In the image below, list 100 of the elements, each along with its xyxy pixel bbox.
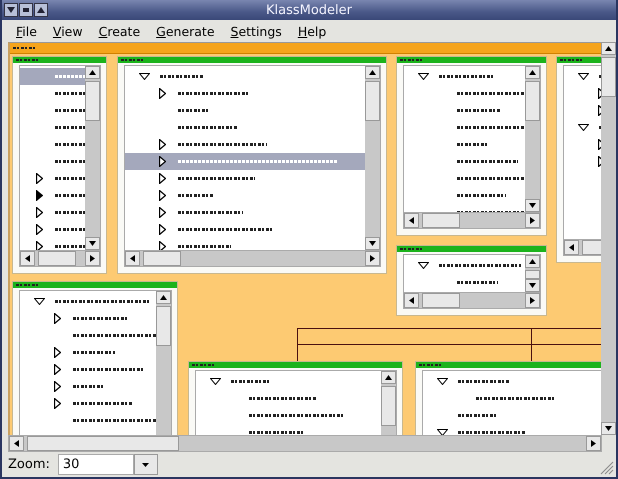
scroll-up-button[interactable] — [381, 371, 396, 384]
collapsed-triangle-icon[interactable] — [54, 347, 61, 358]
filled-triangle-icon[interactable] — [36, 190, 43, 201]
collapsed-triangle-icon[interactable] — [54, 381, 61, 392]
collapsed-triangle-icon[interactable] — [36, 173, 43, 184]
horizontal-scrollbar[interactable] — [8, 435, 602, 452]
collapsed-triangle-icon[interactable] — [36, 207, 43, 218]
scroll-down-button[interactable] — [85, 237, 100, 250]
collapsed-triangle-icon[interactable] — [159, 190, 166, 201]
scroll-up-button[interactable] — [525, 66, 540, 79]
vertical-scrollbar[interactable] — [525, 255, 540, 292]
zoom-label: Zoom: — [8, 457, 50, 472]
scroll-left-button[interactable] — [20, 251, 35, 266]
scrollbar-thumb[interactable] — [85, 81, 100, 121]
menu-item[interactable]: Create — [90, 24, 148, 38]
scroll-right-button[interactable] — [525, 213, 540, 228]
class-box[interactable] — [396, 56, 547, 236]
left-arrow-icon — [409, 217, 414, 224]
scrollbar-thumb[interactable] — [38, 251, 76, 266]
scrollbar-thumb[interactable] — [156, 306, 171, 346]
collapsed-triangle-icon[interactable] — [159, 207, 166, 218]
down-arrow-icon — [529, 203, 536, 208]
dropdown-button[interactable] — [134, 454, 158, 475]
vertical-scrollbar[interactable] — [365, 66, 380, 250]
vertical-scrollbar[interactable] — [85, 66, 100, 250]
scroll-right-button[interactable] — [85, 251, 100, 266]
scroll-left-button[interactable] — [564, 240, 579, 255]
collapsed-triangle-icon[interactable] — [54, 364, 61, 375]
scrollbar-thumb[interactable] — [27, 436, 179, 451]
collapsed-triangle-icon[interactable] — [159, 224, 166, 235]
collapsed-triangle-icon[interactable] — [36, 224, 43, 235]
scroll-left-button[interactable] — [404, 293, 419, 308]
expanded-triangle-icon[interactable] — [578, 124, 589, 131]
horizontal-scrollbar[interactable] — [19, 250, 101, 267]
scroll-right-button[interactable] — [365, 251, 380, 266]
scrollbar-thumb[interactable] — [525, 81, 540, 121]
resize-grip-icon[interactable] — [600, 461, 614, 475]
vertical-scrollbar[interactable] — [525, 66, 540, 212]
blurred-text-drawing — [55, 160, 85, 163]
up-arrow-icon — [160, 295, 167, 300]
expanded-triangle-icon[interactable] — [139, 73, 150, 80]
expanded-triangle-icon[interactable] — [437, 429, 448, 435]
collapsed-triangle-icon[interactable] — [159, 88, 166, 99]
scrollbar-thumb[interactable] — [525, 270, 540, 279]
expanded-triangle-icon[interactable] — [437, 378, 448, 385]
scroll-up-button[interactable] — [85, 66, 100, 79]
expanded-triangle-icon[interactable] — [34, 298, 45, 305]
scroll-up-button[interactable] — [525, 255, 540, 268]
expanded-triangle-icon[interactable] — [418, 73, 429, 80]
menu-item[interactable]: Help — [290, 24, 334, 38]
scrollbar-thumb[interactable] — [422, 213, 460, 228]
collapsed-triangle-icon[interactable] — [159, 139, 166, 150]
menu-item[interactable]: View — [44, 24, 91, 38]
menu-item[interactable]: Generate — [148, 24, 223, 38]
class-box[interactable] — [117, 56, 387, 274]
window-menu-icon[interactable] — [4, 3, 18, 17]
scroll-left-button[interactable] — [9, 436, 24, 451]
scroll-up-button[interactable] — [365, 66, 380, 79]
scroll-down-button[interactable] — [525, 199, 540, 212]
blurred-text-drawing — [160, 75, 203, 78]
horizontal-scrollbar[interactable] — [403, 212, 541, 229]
expanded-triangle-icon[interactable] — [578, 73, 589, 80]
collapsed-triangle-icon[interactable] — [54, 398, 61, 409]
scroll-left-button[interactable] — [404, 213, 419, 228]
scroll-up-button[interactable] — [156, 291, 171, 304]
collapsed-triangle-icon[interactable] — [159, 241, 166, 250]
scroll-down-button[interactable] — [525, 279, 540, 292]
scrollbar-thumb[interactable] — [381, 386, 396, 426]
scrollbar-thumb[interactable] — [601, 57, 616, 97]
zoom-field[interactable]: 30 — [58, 454, 134, 475]
maximize-icon[interactable] — [34, 3, 48, 17]
expanded-triangle-icon[interactable] — [418, 262, 429, 269]
collapsed-triangle-icon[interactable] — [159, 173, 166, 184]
scroll-right-button[interactable] — [525, 293, 540, 308]
left-arrow-icon — [14, 440, 19, 447]
horizontal-scrollbar[interactable] — [124, 250, 381, 267]
blurred-text-drawing — [178, 211, 243, 214]
menu-item[interactable]: Settings — [222, 24, 290, 38]
scroll-down-button[interactable] — [601, 422, 616, 435]
class-box[interactable] — [12, 56, 107, 274]
scroll-right-button[interactable] — [586, 436, 601, 451]
collapsed-triangle-icon[interactable] — [36, 241, 43, 250]
horizontal-scrollbar[interactable] — [403, 292, 541, 309]
collapsed-triangle-icon[interactable] — [159, 156, 166, 167]
scroll-down-button[interactable] — [365, 237, 380, 250]
collapsed-triangle-icon[interactable] — [54, 313, 61, 324]
vertical-scrollbar[interactable] — [601, 42, 616, 435]
class-box[interactable] — [396, 245, 547, 316]
up-arrow-icon — [385, 375, 392, 380]
scroll-left-button[interactable] — [125, 251, 140, 266]
pin-icon[interactable] — [19, 3, 33, 17]
scrollbar-thumb[interactable] — [365, 81, 380, 121]
blurred-text-drawing — [249, 397, 316, 400]
menu-item[interactable]: File — [8, 24, 45, 38]
vertical-scrollbar[interactable] — [156, 291, 171, 435]
class-box[interactable] — [12, 281, 178, 435]
scrollbar-thumb[interactable] — [422, 293, 460, 308]
scroll-up-button[interactable] — [601, 42, 616, 55]
expanded-triangle-icon[interactable] — [210, 378, 221, 385]
scrollbar-thumb[interactable] — [143, 251, 181, 266]
